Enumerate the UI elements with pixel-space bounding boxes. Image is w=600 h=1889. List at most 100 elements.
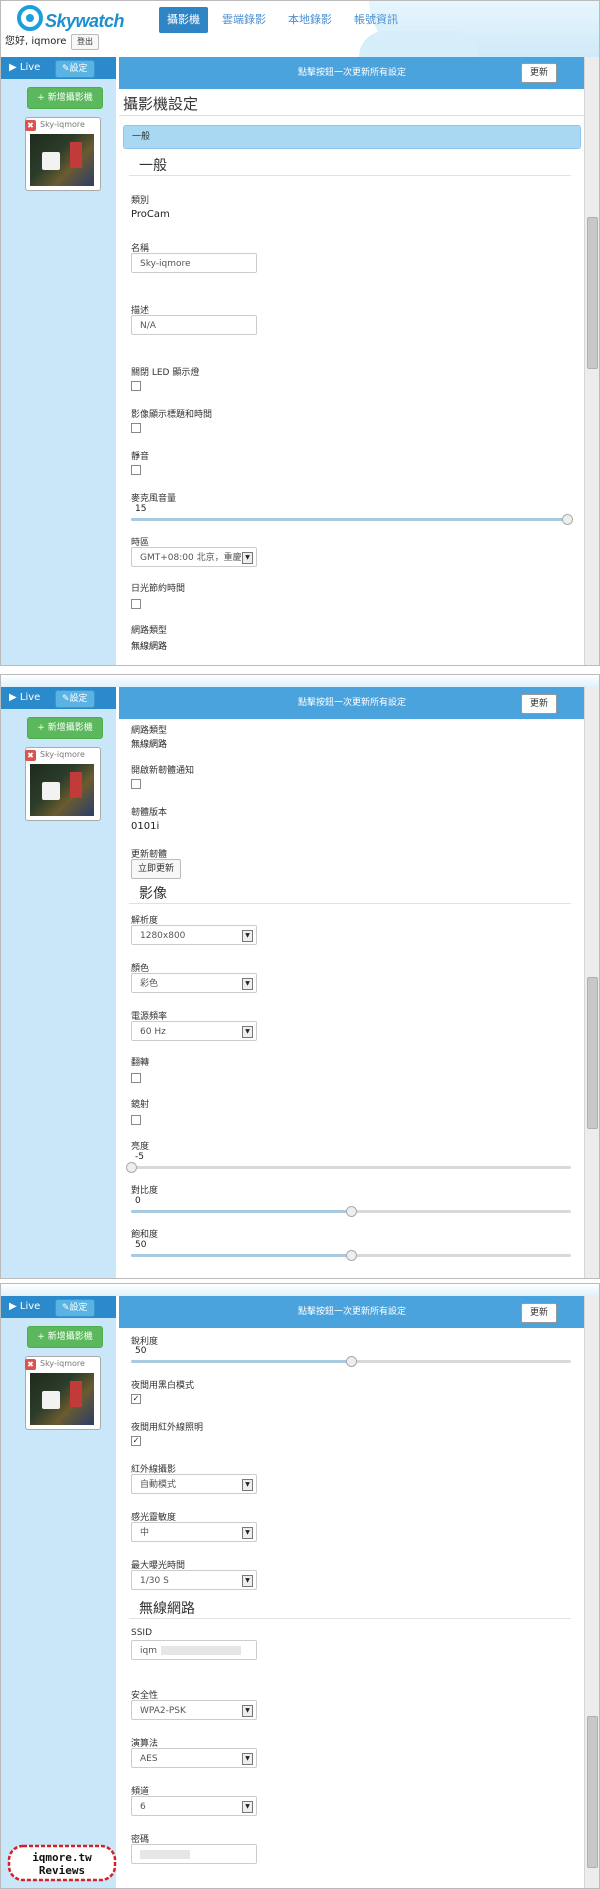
top-navbar: Skywatch 攝影機 雲端錄影 本地錄影 帳號資訊 您好, iqmore 登出 <box>1 1 599 57</box>
dst-checkbox[interactable] <box>131 599 141 609</box>
divider <box>129 903 571 904</box>
camera-thumbnail[interactable] <box>30 1373 94 1425</box>
settings-button[interactable]: ✎設定 <box>55 1299 95 1317</box>
resolution-select[interactable]: 1280x800 ▼ <box>131 925 257 945</box>
live-link[interactable]: ▶ Live <box>9 61 40 75</box>
update-now-button[interactable]: 立即更新 <box>131 859 182 879</box>
main-tabs: 攝影機 雲端錄影 本地錄影 帳號資訊 <box>159 7 412 33</box>
saturation-slider[interactable] <box>131 1250 571 1261</box>
greeting: 您好, iqmore <box>5 36 67 47</box>
firmware-version-value: 0101i <box>131 821 160 832</box>
contrast-slider[interactable] <box>131 1206 571 1217</box>
night-bw-label: 夜間用黑白模式 <box>131 1381 195 1391</box>
category-value: ProCam <box>131 209 170 220</box>
tab-local-recording[interactable]: 本地錄影 <box>280 7 340 33</box>
live-link[interactable]: ▶ Live <box>9 691 40 705</box>
brightness-slider[interactable] <box>126 1162 571 1173</box>
live-link[interactable]: ▶ Live <box>9 1300 40 1314</box>
settings-button[interactable]: ✎設定 <box>55 690 95 708</box>
delete-camera-icon[interactable]: ✖ <box>25 1359 36 1370</box>
overlay-checkbox[interactable] <box>131 423 141 433</box>
chevron-down-icon: ▼ <box>242 978 253 990</box>
screenshot-panel-2: ▶ Live ✎設定 + 新增攝影機 ✖ Sky-iqmore 點擊按鈕一次更新… <box>0 674 600 1279</box>
play-icon: ▶ <box>9 1301 17 1312</box>
power-frequency-select[interactable]: 60 Hz ▼ <box>131 1021 257 1041</box>
camera-thumbnail[interactable] <box>30 134 94 186</box>
slider-handle[interactable] <box>126 1162 137 1173</box>
settings-main: 點擊按鈕一次更新所有設定 更新 銳利度 50 夜間用黑白模式 ✓ 夜間用紅外線照… <box>119 1296 585 1888</box>
mirror-checkbox[interactable] <box>131 1115 141 1125</box>
max-exposure-select[interactable]: 1/30 S ▼ <box>131 1570 257 1590</box>
color-select[interactable]: 彩色 ▼ <box>131 973 257 993</box>
divider <box>119 115 585 116</box>
led-off-checkbox[interactable] <box>131 381 141 391</box>
saturation-label: 飽和度 <box>131 1230 159 1240</box>
camera-card[interactable]: ✖ Sky-iqmore <box>25 1356 101 1430</box>
name-input[interactable]: Sky-iqmore <box>131 253 257 273</box>
slider-fill <box>131 1254 351 1257</box>
description-input[interactable]: N/A <box>131 315 257 335</box>
password-input[interactable] <box>131 1844 257 1864</box>
night-ir-checkbox[interactable]: ✓ <box>131 1436 141 1446</box>
redacted-text <box>160 1646 241 1655</box>
scrollbar[interactable] <box>584 687 599 1278</box>
add-camera-button[interactable]: + 新增攝影機 <box>27 717 103 739</box>
add-camera-button[interactable]: + 新增攝影機 <box>27 87 103 109</box>
scrollbar-thumb[interactable] <box>587 977 598 1129</box>
slider-handle[interactable] <box>346 1206 357 1217</box>
scrollbar[interactable] <box>584 1296 599 1888</box>
channel-select[interactable]: 6 ▼ <box>131 1796 257 1816</box>
cloud-decoration <box>359 31 479 57</box>
camera-thumbnail[interactable] <box>30 764 94 816</box>
update-button[interactable]: 更新 <box>521 694 557 714</box>
tab-camera[interactable]: 攝影機 <box>159 7 208 33</box>
sensitivity-select[interactable]: 中 ▼ <box>131 1522 257 1542</box>
slider-handle[interactable] <box>346 1250 357 1261</box>
camera-card[interactable]: ✖ Sky-iqmore <box>25 117 101 191</box>
wrench-icon: ✎ <box>62 694 70 704</box>
add-camera-button[interactable]: + 新增攝影機 <box>27 1326 103 1348</box>
divider <box>129 175 571 176</box>
screenshot-panel-1: Skywatch 攝影機 雲端錄影 本地錄影 帳號資訊 您好, iqmore 登出 ▶… <box>0 0 600 666</box>
firmware-notify-checkbox[interactable] <box>131 779 141 789</box>
scrollbar-thumb[interactable] <box>587 1716 598 1868</box>
scrollbar-thumb[interactable] <box>587 217 598 369</box>
mirror-label: 鏡射 <box>131 1100 150 1110</box>
ssid-input[interactable]: iqm <box>131 1640 257 1660</box>
wrench-icon: ✎ <box>62 64 70 74</box>
mic-volume-slider[interactable] <box>131 514 573 525</box>
camera-sidebar: ▶ Live ✎設定 + 新增攝影機 ✖ Sky-iqmore <box>1 57 116 665</box>
tab-general[interactable]: 一般 <box>123 125 581 149</box>
slider-handle[interactable] <box>561 514 573 525</box>
contrast-value: 0 <box>135 1196 141 1206</box>
chevron-down-icon: ▼ <box>242 1801 253 1813</box>
delete-camera-icon[interactable]: ✖ <box>25 120 36 131</box>
security-select[interactable]: WPA2-PSK ▼ <box>131 1700 257 1720</box>
flip-checkbox[interactable] <box>131 1073 141 1083</box>
sharpness-value: 50 <box>135 1346 147 1356</box>
play-icon: ▶ <box>9 692 17 703</box>
tab-cloud-recording[interactable]: 雲端錄影 <box>214 7 274 33</box>
timezone-select[interactable]: GMT+08:00 北京，重慶 ▼ <box>131 547 257 567</box>
sharpness-slider[interactable] <box>131 1356 571 1367</box>
ir-mode-select[interactable]: 自動模式 ▼ <box>131 1474 257 1494</box>
mute-checkbox[interactable] <box>131 465 141 475</box>
scrollbar[interactable] <box>584 57 599 665</box>
badge-line-1: iqmore.tw <box>32 1851 92 1864</box>
sidebar-header: ▶ Live ✎設定 <box>1 57 116 79</box>
delete-camera-icon[interactable]: ✖ <box>25 750 36 761</box>
night-bw-checkbox[interactable]: ✓ <box>131 1394 141 1404</box>
slider-fill <box>131 1210 351 1213</box>
dst-label: 日光節約時間 <box>131 584 186 594</box>
slider-handle[interactable] <box>346 1356 357 1367</box>
update-button[interactable]: 更新 <box>521 63 557 83</box>
page-title: 攝影機設定 <box>123 95 199 113</box>
skywatch-logo[interactable]: Skywatch <box>17 5 157 33</box>
logout-button[interactable]: 登出 <box>71 34 99 50</box>
algorithm-select[interactable]: AES ▼ <box>131 1748 257 1768</box>
camera-card[interactable]: ✖ Sky-iqmore <box>25 747 101 821</box>
tab-account[interactable]: 帳號資訊 <box>346 7 406 33</box>
settings-button[interactable]: ✎設定 <box>55 60 95 78</box>
update-button[interactable]: 更新 <box>521 1303 557 1323</box>
update-notice-bar: 點擊按鈕一次更新所有設定 <box>119 687 585 719</box>
